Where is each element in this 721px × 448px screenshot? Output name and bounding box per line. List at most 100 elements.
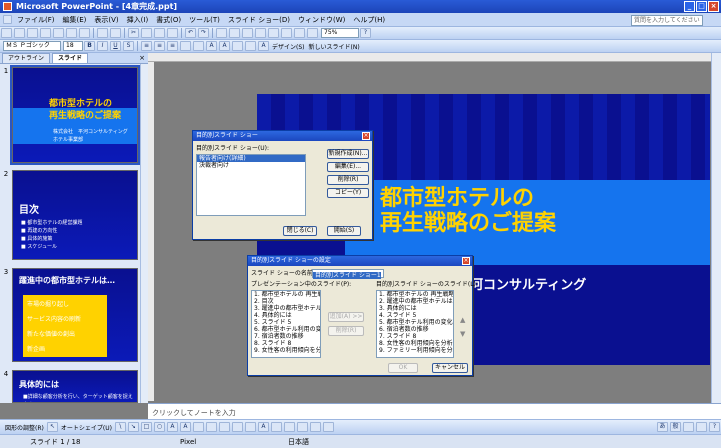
picture-icon[interactable]	[218, 422, 230, 432]
show-formatting-icon[interactable]	[281, 28, 292, 38]
remove-slide-button[interactable]: 削除(R)	[328, 326, 364, 336]
increase-font-icon[interactable]: A	[206, 41, 217, 51]
slide-thumb-2[interactable]: 目次 ■ 都市型ホテルの経営課題 ■ 再建の方向性 ■ 具体的施策 ■ スケジュ…	[12, 170, 138, 260]
list-item[interactable]: 5. 都市型ホテル利用の変化	[377, 319, 453, 326]
custom-slides-list[interactable]: 1. 都市型ホテルの 再生戦略 2. 躍進中の都市型ホテルは… 3. 具体的には…	[376, 290, 454, 358]
insert-picture-icon[interactable]	[255, 28, 266, 38]
menu-edit[interactable]: 編集(E)	[59, 13, 91, 27]
select-icon[interactable]: ↖	[46, 422, 58, 432]
decrease-font-icon[interactable]: A	[219, 41, 230, 51]
permission-icon[interactable]	[40, 28, 51, 38]
increase-indent-icon[interactable]	[245, 41, 256, 51]
new-show-button[interactable]: 新規作成(N)...	[327, 149, 369, 159]
numbering-icon[interactable]	[180, 41, 191, 51]
align-right-icon[interactable]: ≡	[167, 41, 178, 51]
slide-title[interactable]: 都市型ホテルの 再生戦略のご提案	[380, 186, 556, 236]
format-painter-icon[interactable]	[167, 28, 178, 38]
maximize-button[interactable]: □	[696, 1, 707, 12]
slide-thumb-1[interactable]: 都市型ホテルの 再生戦略のご提案 株式会社 平河コンサルティング ホテル事業部	[10, 65, 140, 165]
list-item[interactable]: 1. 都市型ホテルの 再生戦略	[252, 291, 320, 298]
menu-slideshow[interactable]: スライド ショー(D)	[224, 13, 294, 27]
table-icon[interactable]	[229, 28, 240, 38]
bullets-icon[interactable]	[193, 41, 204, 51]
align-left-icon[interactable]: ≡	[141, 41, 152, 51]
wordart-icon[interactable]: A	[179, 422, 191, 432]
clipart-icon[interactable]	[205, 422, 217, 432]
color-grayscale-icon[interactable]	[307, 28, 318, 38]
panel-scrollbar[interactable]	[140, 64, 148, 403]
chart-icon[interactable]	[216, 28, 227, 38]
arrow-style-icon[interactable]	[296, 422, 308, 432]
textbox-icon[interactable]: A	[166, 422, 178, 432]
expand-icon[interactable]	[268, 28, 279, 38]
list-item[interactable]: 8. スライド 8	[252, 340, 320, 347]
shadow-style-icon[interactable]	[309, 422, 321, 432]
dialog-close-icon[interactable]: ×	[462, 257, 470, 265]
list-item[interactable]: 1. 都市型ホテルの 再生戦略	[377, 291, 453, 298]
new-icon[interactable]	[1, 28, 12, 38]
line-icon[interactable]: \	[114, 422, 126, 432]
add-slide-button[interactable]: 追加(A) >>	[328, 312, 364, 322]
list-item[interactable]: 6. 宿泊者数の推移	[377, 326, 453, 333]
shadow-icon[interactable]: S	[123, 41, 134, 51]
font-color-icon[interactable]: A	[257, 422, 269, 432]
font-color-icon[interactable]: A	[258, 41, 269, 51]
design-button[interactable]: デザイン(S)	[270, 42, 307, 51]
tab-outline[interactable]: アウトライン	[2, 53, 51, 63]
font-select[interactable]: ＭＳ Ｐゴシック	[3, 41, 61, 51]
list-item[interactable]: 8. 女性客の利用傾向を分析	[377, 340, 453, 347]
list-item[interactable]: 7. 宿泊者数の推移	[252, 333, 320, 340]
menu-tools[interactable]: ツール(T)	[185, 13, 224, 27]
tab-slides[interactable]: スライド	[52, 53, 89, 63]
preview-icon[interactable]	[79, 28, 90, 38]
arrow-icon[interactable]: ↘	[127, 422, 139, 432]
paste-icon[interactable]	[154, 28, 165, 38]
decrease-indent-icon[interactable]	[232, 41, 243, 51]
help-search-input[interactable]: 質問を入力してください	[631, 15, 703, 26]
show-name-input[interactable]: 目的別スライド ショー1	[312, 269, 384, 279]
list-item[interactable]: 9. 女性客の利用傾向を分析	[252, 347, 320, 354]
draw-menu-button[interactable]: 図形の調整(R)	[3, 423, 46, 432]
grid-icon[interactable]	[294, 28, 305, 38]
move-up-icon[interactable]: ▲	[460, 316, 465, 324]
cancel-button[interactable]: キャンセル	[432, 363, 468, 373]
save-icon[interactable]	[27, 28, 38, 38]
ime-mode-icon[interactable]: あ	[657, 422, 668, 432]
list-item[interactable]: 決裁者向け	[197, 162, 305, 169]
list-item[interactable]: 4. 具体的には	[252, 312, 320, 319]
list-item[interactable]: 2. 躍進中の都市型ホテルは…	[377, 298, 453, 305]
close-dialog-button[interactable]: 閉じる(C)	[283, 226, 317, 236]
ime-help-icon[interactable]: ?	[709, 422, 720, 432]
mail-icon[interactable]	[53, 28, 64, 38]
slide-thumb-3[interactable]: 躍進中の都市型ホテルは… 市場の掘り起し サービス内容の刷新 新たな価値の創出 …	[12, 268, 138, 362]
presentation-slides-list[interactable]: 1. 都市型ホテルの 再生戦略 2. 目次 3. 躍進中の都市型ホテルは… 4.…	[251, 290, 321, 358]
close-button[interactable]: ×	[708, 1, 719, 12]
font-size-select[interactable]: 18	[63, 41, 83, 51]
undo-icon[interactable]: ↶	[185, 28, 196, 38]
list-item[interactable]: 2. 目次	[252, 298, 320, 305]
edit-show-button[interactable]: 編集(E)...	[327, 162, 369, 172]
fill-color-icon[interactable]	[231, 422, 243, 432]
line-color-icon[interactable]	[244, 422, 256, 432]
ok-button[interactable]: OK	[388, 363, 418, 373]
start-show-button[interactable]: 開始(S)	[327, 226, 361, 236]
list-item[interactable]: 3. 具体的には	[377, 305, 453, 312]
zoom-select[interactable]: 75%	[321, 28, 359, 38]
delete-show-button[interactable]: 削除(R)	[327, 175, 369, 185]
list-item[interactable]: 7. スライド 8	[377, 333, 453, 340]
redo-icon[interactable]: ↷	[198, 28, 209, 38]
spell-icon[interactable]	[97, 28, 108, 38]
doc-icon[interactable]	[3, 15, 12, 24]
slide-thumb-4[interactable]: 具体的には ■詳細な顧客分析を行い、ターゲット顧客を捉え直す	[12, 370, 138, 403]
dash-style-icon[interactable]	[283, 422, 295, 432]
3d-style-icon[interactable]	[322, 422, 334, 432]
diagram-icon[interactable]	[192, 422, 204, 432]
oval-icon[interactable]: ○	[153, 422, 165, 432]
move-down-icon[interactable]: ▼	[460, 330, 465, 338]
list-item[interactable]: 報告者向け(詳細)	[197, 155, 305, 162]
slide-company[interactable]: 河コンサルティング	[470, 274, 586, 293]
bold-icon[interactable]: B	[84, 41, 95, 51]
tables-borders-icon[interactable]	[242, 28, 253, 38]
ime-kana-icon[interactable]: 般	[670, 422, 681, 432]
italic-icon[interactable]: I	[97, 41, 108, 51]
